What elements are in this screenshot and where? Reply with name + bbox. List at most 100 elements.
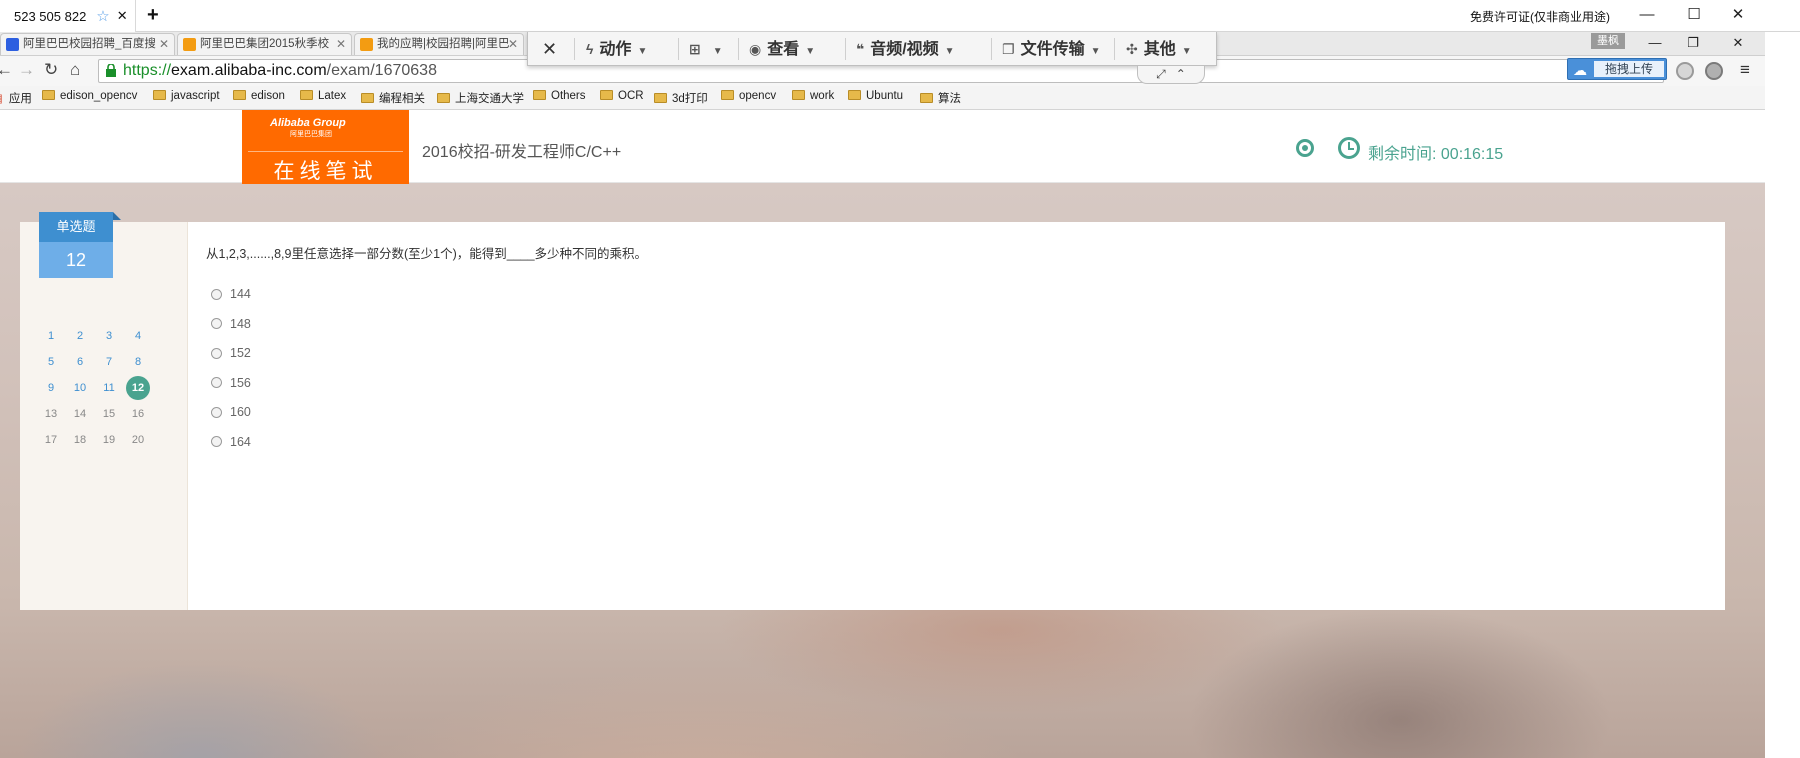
radio-button[interactable]	[211, 436, 222, 447]
bookmark-folder[interactable]: Others	[533, 90, 586, 102]
files-icon: ❐	[1002, 41, 1015, 57]
menu-label: 音频/视频	[870, 41, 939, 58]
toolbar-handle[interactable]: ⤢ ⌃	[1137, 66, 1205, 84]
radio-button[interactable]	[211, 406, 222, 418]
bookmark-folder[interactable]: OCR	[600, 90, 644, 102]
question-nav-item[interactable]: 8	[126, 350, 150, 374]
bookmark-folder[interactable]: Ubuntu	[848, 90, 903, 102]
remote-toolbar: ✕ ϟ 动作 ▼ ⊞ ▼ ◉ 查看 ▼ ❝ 音频/视频 ▼ ❐ 文件传输 ▼ ✣ 其他 ▼	[527, 32, 1217, 66]
question-nav-item[interactable]: 1	[39, 324, 63, 348]
remote-session-tab[interactable]: 523 505 822 ☆ ✕	[0, 0, 136, 32]
menu-label: 文件传输	[1020, 41, 1085, 58]
bookmark-folder[interactable]: 算法	[920, 90, 961, 106]
bookmark-folder[interactable]: 上海交通大学	[437, 90, 524, 106]
reload-icon[interactable]: ↻	[44, 60, 58, 80]
answer-option[interactable]: 164	[211, 435, 251, 449]
browser-tab[interactable]: 阿里巴巴集团2015秋季校 ✕	[177, 33, 352, 55]
bookmark-apps[interactable]: ▦ 应用	[0, 90, 32, 106]
bookmark-label: OCR	[618, 90, 644, 102]
new-session-button[interactable]: +	[147, 4, 159, 27]
browser-tab[interactable]: 我的应聘|校园招聘|阿里巴 ✕	[354, 33, 524, 55]
maximize-icon[interactable]: ☐	[1681, 4, 1707, 26]
question-nav-item[interactable]: 5	[39, 350, 63, 374]
question-nav-item[interactable]: 4	[126, 324, 150, 348]
bookmark-folder[interactable]: javascript	[153, 90, 220, 102]
toolbar-file-transfer-menu[interactable]: ❐ 文件传输 ▼	[1002, 32, 1100, 66]
extension-icon[interactable]	[1705, 62, 1723, 80]
tab-close-icon[interactable]: ✕	[159, 34, 169, 55]
cloud-icon: ☁	[1573, 62, 1587, 78]
radio-button[interactable]	[211, 288, 222, 300]
toolbar-actions-menu[interactable]: ϟ 动作 ▼	[586, 32, 647, 66]
url-host: exam.alibaba-inc.com	[171, 62, 327, 79]
question-nav-item[interactable]: 10	[68, 376, 92, 400]
toolbar-other-menu[interactable]: ✣ 其他 ▼	[1126, 32, 1192, 66]
dropdown-arrow-icon: ▼	[1090, 46, 1101, 57]
question-nav-item[interactable]: 17	[39, 428, 63, 452]
question-nav-item[interactable]: 20	[126, 428, 150, 452]
folder-icon	[437, 93, 450, 103]
toolbar-divider	[738, 38, 739, 60]
back-icon[interactable]: ←	[0, 60, 13, 80]
bookmark-folder[interactable]: work	[792, 90, 834, 102]
browser-tab[interactable]: 阿里巴巴校园招聘_百度搜 ✕	[0, 33, 175, 55]
lightning-icon: ϟ	[586, 41, 594, 57]
toolbar-close-button[interactable]: ✕	[542, 32, 557, 66]
extension-icon[interactable]	[1676, 62, 1694, 80]
tab-close-icon[interactable]: ✕	[336, 34, 346, 55]
home-icon[interactable]: ⌂	[70, 60, 80, 80]
close-icon[interactable]: ✕	[117, 8, 128, 24]
answer-option[interactable]: 148	[211, 317, 251, 331]
remote-user-badge: 墨枫	[1591, 33, 1625, 49]
license-text: 免费许可证(仅非商业用途)	[1470, 10, 1610, 24]
answer-option[interactable]: 152	[211, 346, 251, 360]
folder-icon	[361, 93, 374, 103]
collapse-up-icon[interactable]: ⌃	[1176, 67, 1186, 81]
fullscreen-icon[interactable]: ⤢	[1156, 67, 1166, 81]
alibaba-favicon-icon	[360, 38, 373, 51]
option-label: 160	[230, 405, 251, 419]
answer-option[interactable]: 160	[211, 405, 251, 419]
bookmark-folder[interactable]: edison_opencv	[42, 90, 137, 102]
forward-icon[interactable]: →	[18, 60, 35, 80]
eye-icon: ◉	[749, 41, 762, 57]
question-nav-item[interactable]: 6	[68, 350, 92, 374]
toolbar-audio-video-menu[interactable]: ❝ 音频/视频 ▼	[856, 32, 955, 66]
question-nav-item[interactable]: 19	[97, 428, 121, 452]
question-nav-item[interactable]: 2	[68, 324, 92, 348]
toolbar-windows-menu[interactable]: ⊞ ▼	[689, 32, 723, 66]
question-nav-item[interactable]: 15	[97, 402, 121, 426]
question-nav-item[interactable]: 13	[39, 402, 63, 426]
question-nav-item[interactable]: 11	[97, 376, 121, 400]
question-nav-item[interactable]: 14	[68, 402, 92, 426]
radio-button[interactable]	[211, 318, 222, 329]
minimize-icon[interactable]: —	[1634, 4, 1660, 26]
toolbar-view-menu[interactable]: ◉ 查看 ▼	[749, 32, 815, 66]
menu-icon[interactable]: ≡	[1740, 60, 1750, 80]
browser-restore-icon[interactable]: ❐	[1680, 32, 1706, 54]
question-nav-item[interactable]: 18	[68, 428, 92, 452]
folder-icon	[533, 90, 546, 100]
star-icon[interactable]: ☆	[96, 7, 109, 25]
answer-option[interactable]: 144	[211, 287, 251, 301]
question-nav-item[interactable]: 9	[39, 376, 63, 400]
question-nav-item[interactable]: 12	[126, 376, 150, 400]
bookmark-folder[interactable]: 3d打印	[654, 90, 708, 106]
question-nav-item[interactable]: 3	[97, 324, 121, 348]
window-close-icon[interactable]: ✕	[1725, 4, 1751, 26]
question-nav-item[interactable]: 16	[126, 402, 150, 426]
browser-close-icon[interactable]: ✕	[1725, 32, 1751, 54]
bookmark-label: opencv	[739, 90, 777, 102]
radio-button[interactable]	[211, 347, 222, 359]
question-nav-item[interactable]: 7	[97, 350, 121, 374]
bookmark-folder[interactable]: Latex	[300, 90, 346, 102]
bookmark-folder[interactable]: opencv	[721, 90, 776, 102]
bookmark-folder[interactable]: 编程相关	[361, 90, 425, 106]
bookmark-folder[interactable]: edison	[233, 90, 285, 102]
answer-option[interactable]: 156	[211, 376, 251, 390]
radio-button[interactable]	[211, 377, 222, 388]
upload-button[interactable]: ☁ 拖拽上传	[1567, 58, 1667, 80]
question-type-badge: 单选题	[39, 212, 121, 242]
tab-close-icon[interactable]: ✕	[508, 34, 518, 55]
browser-minimize-icon[interactable]: —	[1642, 32, 1668, 54]
